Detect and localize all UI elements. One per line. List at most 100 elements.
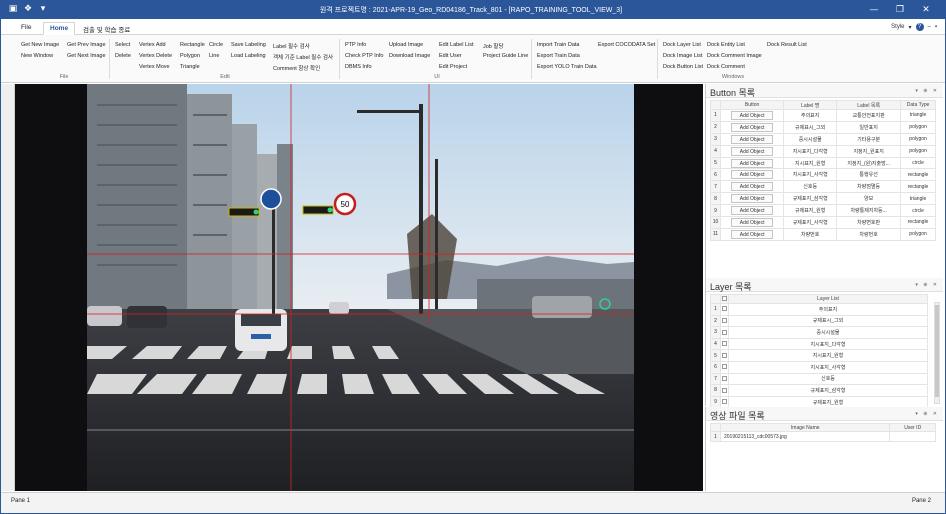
layer-visibility-checkbox[interactable] bbox=[722, 329, 727, 335]
add-object-button[interactable]: Add Object bbox=[731, 206, 774, 216]
layer-table-row[interactable]: 1 주의표지 bbox=[710, 303, 928, 316]
add-object-button[interactable]: Add Object bbox=[731, 170, 774, 180]
layer-table-row[interactable]: 4 지시표지_다각형 bbox=[710, 337, 928, 351]
col-user-id[interactable]: User ID bbox=[889, 423, 936, 432]
dock-image-list-button[interactable]: Dock Image List bbox=[663, 53, 702, 59]
tab-home[interactable]: Home bbox=[43, 22, 76, 35]
label-list-cell[interactable]: 교통안전표지판 bbox=[836, 109, 902, 122]
col-layer-list[interactable]: Layer List bbox=[728, 294, 928, 304]
add-object-button[interactable]: Add Object bbox=[731, 217, 774, 227]
layer-visibility-checkbox[interactable] bbox=[722, 399, 727, 405]
layer-visibility-checkbox[interactable] bbox=[722, 306, 727, 312]
close-button[interactable]: ✕ bbox=[913, 2, 939, 18]
col-image-name[interactable]: Image Name bbox=[719, 423, 891, 432]
button-table-row[interactable]: 3 Add Object 중시시설물 기타용구분 polygon bbox=[710, 132, 936, 146]
rectangle-button[interactable]: Rectangle bbox=[180, 42, 205, 48]
save-labeling-button[interactable]: Save Labeling bbox=[231, 42, 266, 48]
upload-image-button[interactable]: Upload Image bbox=[389, 42, 423, 48]
button-table-row[interactable]: 11 Add Object 차량번호 차량번호 polygon bbox=[710, 227, 936, 241]
object-label-check[interactable]: 객체 기준 Label 필수 검사 bbox=[273, 53, 333, 61]
add-object-button[interactable]: Add Object bbox=[731, 194, 774, 204]
layer-name-cell[interactable]: 지시표지_원형 bbox=[728, 349, 928, 362]
label-list-cell[interactable]: 일반표지 bbox=[836, 120, 902, 134]
label-name-cell[interactable]: 지시표지_사각형 bbox=[783, 168, 838, 182]
project-guide-line-button[interactable]: Project Guide Line bbox=[483, 53, 528, 59]
data-type-cell[interactable]: triangle bbox=[900, 192, 936, 206]
check-ptp-info-button[interactable]: Check PTP Info bbox=[345, 53, 383, 59]
user-id-cell[interactable] bbox=[889, 431, 936, 442]
edit-label-list-button[interactable]: Edit Label List bbox=[439, 42, 474, 48]
export-train-data-button[interactable]: Export Train Data bbox=[537, 53, 580, 59]
button-table-row[interactable]: 7 Add Object 신호등 차량점멸등 rectangle bbox=[710, 180, 936, 194]
label-name-cell[interactable]: 규제표지_원형 bbox=[783, 204, 838, 218]
layer-name-cell[interactable]: 중시시설물 bbox=[728, 326, 928, 339]
data-type-cell[interactable]: triangle bbox=[900, 109, 936, 122]
triangle-button[interactable]: Triangle bbox=[180, 64, 200, 70]
data-type-cell[interactable]: rectangle bbox=[900, 216, 936, 229]
get-prev-image-button[interactable]: Get Prev Image bbox=[67, 42, 106, 48]
col-button[interactable]: Button bbox=[719, 100, 785, 110]
add-object-button[interactable]: Add Object bbox=[731, 158, 774, 168]
data-type-cell[interactable]: rectangle bbox=[900, 180, 936, 194]
line-button[interactable]: Line bbox=[209, 53, 219, 59]
data-type-cell[interactable]: polygon bbox=[900, 227, 936, 241]
new-window-button[interactable]: New Window bbox=[21, 53, 53, 59]
add-object-button[interactable]: Add Object bbox=[731, 229, 774, 239]
label-list-cell[interactable]: 양보 bbox=[836, 192, 902, 206]
layer-visibility-checkbox[interactable] bbox=[722, 364, 727, 370]
dock-layer-list-button[interactable]: Dock Layer List bbox=[663, 42, 701, 48]
button-table-row[interactable]: 8 Add Object 규제표지_삼각형 양보 triangle bbox=[710, 192, 936, 206]
add-object-button[interactable]: Add Object bbox=[731, 134, 774, 144]
polygon-button[interactable]: Polygon bbox=[180, 53, 200, 59]
import-train-data-button[interactable]: Import Train Data bbox=[537, 42, 580, 48]
maximize-button[interactable]: ❐ bbox=[887, 2, 913, 18]
button-table-row[interactable]: 10 Add Object 규제표지_사각형 차량변호판 rectangle bbox=[710, 216, 936, 229]
export-yolo-train-data-button[interactable]: Export YOLO Train Data bbox=[537, 64, 597, 70]
layer-scrollbar[interactable] bbox=[934, 302, 940, 404]
scrollbar-thumb[interactable] bbox=[935, 305, 939, 397]
style-label[interactable]: Style bbox=[891, 24, 904, 30]
add-object-button[interactable]: Add Object bbox=[731, 122, 774, 132]
button-table-row[interactable]: 5 Add Object 지시표지_원형 지정지_(원)지출방... circle bbox=[710, 156, 936, 170]
select-all-checkbox[interactable] bbox=[722, 296, 727, 302]
dbms-info-button[interactable]: DBMS Info bbox=[345, 64, 372, 70]
label-name-cell[interactable]: 지시표지_원형 bbox=[783, 156, 838, 170]
label-name-cell[interactable]: 규제표지_사각형 bbox=[783, 216, 838, 229]
tab-detection[interactable]: 검출 및 학습 종료 bbox=[77, 22, 136, 35]
label-list-cell[interactable]: 통행유선 bbox=[836, 168, 902, 182]
comment-check[interactable]: Comment 항상 확인 bbox=[273, 64, 320, 72]
button-table-row[interactable]: 4 Add Object 지시표지_다각형 지정지_원표지 polygon bbox=[710, 144, 936, 158]
label-name-cell[interactable]: 신호등 bbox=[783, 180, 838, 194]
data-type-cell[interactable]: rectangle bbox=[900, 168, 936, 182]
image-name-cell[interactable]: 20190215113_cdc00573.jpg bbox=[719, 431, 891, 442]
data-type-cell[interactable]: circle bbox=[900, 204, 936, 218]
label-list-cell[interactable]: 차량변호판 bbox=[836, 216, 902, 229]
layer-name-cell[interactable]: 지시표지_다각형 bbox=[728, 337, 928, 351]
button-table-row[interactable]: 6 Add Object 지시표지_사각형 통행유선 rectangle bbox=[710, 168, 936, 182]
layer-table-row[interactable]: 6 지시표지_사각형 bbox=[710, 360, 928, 374]
label-name-cell[interactable]: 지시표지_다각형 bbox=[783, 144, 838, 158]
data-type-cell[interactable]: polygon bbox=[900, 120, 936, 134]
edit-project-button[interactable]: Edit Project bbox=[439, 64, 467, 70]
label-name-cell[interactable]: 중시시설물 bbox=[783, 132, 838, 146]
layer-visibility-checkbox[interactable] bbox=[722, 352, 727, 358]
col-data-type[interactable]: Data Type bbox=[900, 100, 936, 110]
dock-comment-image-button[interactable]: Dock Comment Image bbox=[707, 53, 762, 59]
add-object-button[interactable]: Add Object bbox=[731, 110, 774, 120]
load-labeling-button[interactable]: Load Labeling bbox=[231, 53, 266, 59]
vertex-delete-button[interactable]: Vertex Delete bbox=[139, 53, 172, 59]
delete-button[interactable]: Delete bbox=[115, 53, 131, 59]
label-list-cell[interactable]: 지정지_(원)지출방... bbox=[836, 156, 902, 170]
circle-button[interactable]: Circle bbox=[209, 42, 223, 48]
label-required-check[interactable]: Label 필수 검사 bbox=[273, 42, 310, 50]
layer-table-row[interactable]: 2 규제표시_그외 bbox=[710, 314, 928, 328]
layer-visibility-checkbox[interactable] bbox=[722, 318, 727, 324]
app-logo-icon[interactable]: ❖ bbox=[22, 3, 34, 15]
image-table-row[interactable]: 1 20190215113_cdc00573.jpg bbox=[710, 431, 936, 442]
label-list-cell[interactable]: 차량번호 bbox=[836, 227, 902, 241]
label-name-cell[interactable]: 주의표지 bbox=[783, 109, 838, 122]
data-type-cell[interactable]: polygon bbox=[900, 144, 936, 158]
button-table-row[interactable]: 2 Add Object 규제표시_그외 일반표지 polygon bbox=[710, 120, 936, 134]
layer-name-cell[interactable]: 지시표지_사각형 bbox=[728, 360, 928, 374]
dock-comment-button[interactable]: Dock Comment bbox=[707, 64, 745, 70]
